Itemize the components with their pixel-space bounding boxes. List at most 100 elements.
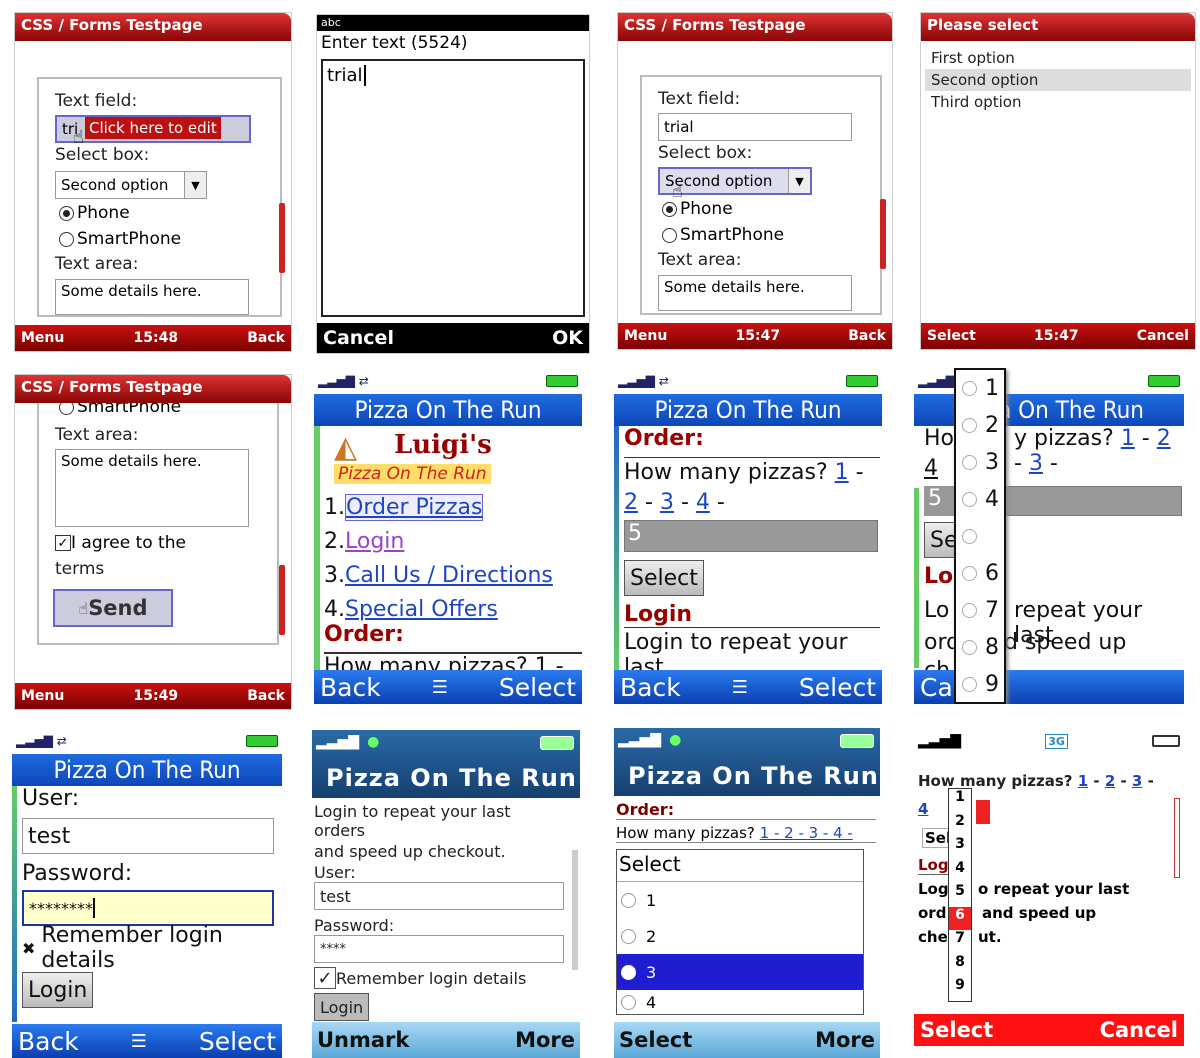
radio-smartphone[interactable]: SmartPhone	[59, 229, 181, 249]
picker-option-8[interactable]: 8	[949, 954, 971, 978]
count-link-2[interactable]: 2	[624, 490, 638, 515]
text-area[interactable]: Some details here.	[55, 279, 249, 315]
option-2[interactable]: 2	[617, 918, 863, 954]
count-link-3[interactable]: 3	[1132, 772, 1142, 790]
softkey-select[interactable]: Select	[799, 673, 876, 702]
quantity-field[interactable]: 5	[624, 520, 878, 552]
text-field[interactable]: trial	[658, 113, 852, 141]
count-link-3[interactable]: 3	[660, 490, 674, 515]
softkey-cancel[interactable]: Cancel	[323, 327, 394, 349]
remember-checkbox[interactable]: ✓ Remember login details	[314, 967, 564, 989]
picker-option-2[interactable]: 2	[949, 813, 971, 837]
option-1[interactable]: 1	[617, 882, 863, 918]
count-link-4[interactable]: 4	[924, 456, 938, 481]
radio-empty-icon	[962, 529, 977, 544]
picker-option-5[interactable]	[956, 518, 1004, 555]
option-3[interactable]: 3	[617, 954, 863, 990]
remember-checkbox[interactable]: ✖ Remember login details	[22, 923, 278, 973]
text-area[interactable]: Some details here.	[658, 275, 852, 311]
menu-item-call[interactable]: 3. Call Us / Directions	[324, 558, 553, 592]
picker-option-9[interactable]: 9	[956, 666, 1004, 703]
user-field[interactable]: test	[314, 882, 564, 910]
count-link-4[interactable]: 4	[696, 490, 710, 515]
softkey-menu[interactable]: Menu	[21, 688, 64, 704]
quantity-field-right[interactable]	[1004, 486, 1182, 516]
agree-checkbox[interactable]: ✓ I agree to the	[55, 533, 186, 553]
picker-option-7[interactable]: 7	[949, 930, 971, 954]
order-heading: Order:	[324, 622, 404, 647]
select-button[interactable]: Select	[624, 560, 704, 596]
softkey-back[interactable]: Back	[247, 330, 285, 346]
count-link-4[interactable]: 4	[918, 800, 928, 818]
login-button[interactable]: Login	[22, 972, 94, 1008]
scrollbar[interactable]	[279, 203, 285, 273]
picker-option-4[interactable]: 4	[956, 481, 1004, 518]
option-4[interactable]: 4	[617, 990, 863, 1014]
menu-item-offers[interactable]: 4. Special Offers	[324, 592, 553, 626]
count-link-3[interactable]: 3	[1029, 451, 1043, 476]
softkey-cancel[interactable]: Cancel	[1100, 1018, 1178, 1042]
picker-option-6[interactable]: 6	[949, 906, 971, 930]
softkey-back[interactable]: Back	[18, 1027, 79, 1056]
login-button[interactable]: Login	[314, 993, 370, 1021]
softkey-select[interactable]: Select	[920, 1018, 993, 1042]
text-field-value: trial	[664, 118, 694, 136]
count-link-2[interactable]: 2	[1157, 426, 1171, 451]
scrollbar[interactable]	[572, 850, 578, 970]
intro-line-1: Login to repeat your last orders	[314, 802, 511, 840]
count-link-1[interactable]: 1	[1121, 426, 1135, 451]
softkey-unmark[interactable]: Unmark	[317, 1028, 409, 1052]
picker-option-7[interactable]: 7	[956, 592, 1004, 629]
user-field[interactable]: test	[22, 818, 274, 854]
password-field[interactable]: ********	[22, 890, 274, 926]
quantity-field-left[interactable]: 5	[924, 486, 954, 516]
softkey-more[interactable]: More	[815, 1028, 875, 1052]
count-link-1[interactable]: 1	[835, 460, 849, 485]
softkey-ok[interactable]: OK	[552, 327, 583, 349]
menu-item-order[interactable]: 1. Order Pizzas	[324, 490, 553, 524]
picker-option-4[interactable]: 4	[949, 860, 971, 884]
softkey-menu[interactable]: Menu	[624, 328, 667, 344]
picker-option-1[interactable]: 1	[956, 370, 1004, 407]
option-second[interactable]: Second option	[925, 69, 1191, 91]
softkey-select[interactable]: Select	[927, 328, 976, 344]
softkey-back[interactable]: Back	[620, 673, 681, 702]
picker-option-3[interactable]: 3	[956, 444, 1004, 481]
picker-option-9[interactable]: 9	[949, 977, 971, 1001]
count-links[interactable]: 1 - 2 - 3 - 4 -	[760, 824, 853, 842]
radio-empty-icon	[59, 231, 74, 247]
count-link-2[interactable]: 2	[1105, 772, 1115, 790]
softkey-select[interactable]: Select	[619, 1028, 692, 1052]
softkey-back[interactable]: Back	[848, 328, 886, 344]
radio-phone[interactable]: Phone	[662, 199, 733, 219]
password-field[interactable]: ****	[314, 935, 564, 963]
text-area[interactable]: Some details here.	[55, 449, 249, 527]
status-bar: ▂▃▅▇ ⇄	[12, 728, 282, 754]
radio-smartphone[interactable]: SmartPhone	[662, 225, 784, 245]
count-link-1[interactable]: 1	[1078, 772, 1088, 790]
radio-phone[interactable]: Phone	[59, 203, 130, 223]
picker-option-5[interactable]: 5	[949, 883, 971, 907]
softkey-more[interactable]: More	[515, 1028, 575, 1052]
picker-option-8[interactable]: 8	[956, 629, 1004, 666]
scrollbar[interactable]	[880, 199, 886, 269]
option-third[interactable]: Third option	[925, 91, 1191, 113]
menu-item-login[interactable]: 2. Login	[324, 524, 553, 558]
send-button[interactable]: ☝ Send	[53, 589, 173, 627]
softkey-select[interactable]: Select	[199, 1027, 276, 1056]
softkey-back[interactable]: Back	[320, 673, 381, 702]
picker-option-1[interactable]: 1	[949, 789, 971, 813]
softkey-menu[interactable]: Menu	[21, 330, 64, 346]
select-box[interactable]: Second option ▼	[55, 171, 207, 199]
picker-option-2[interactable]: 2	[956, 407, 1004, 444]
clock: 15:49	[133, 688, 179, 704]
entry-textarea[interactable]: trial	[321, 59, 585, 317]
scrollbar[interactable]	[1174, 798, 1180, 878]
scrollbar[interactable]	[279, 565, 285, 635]
softkey-cancel[interactable]: Cancel	[1137, 328, 1189, 344]
picker-option-3[interactable]: 3	[949, 836, 971, 860]
softkey-select[interactable]: Select	[499, 673, 576, 702]
option-first[interactable]: First option	[925, 47, 1191, 69]
softkey-back[interactable]: Back	[247, 688, 285, 704]
picker-option-6[interactable]: 6	[956, 555, 1004, 592]
